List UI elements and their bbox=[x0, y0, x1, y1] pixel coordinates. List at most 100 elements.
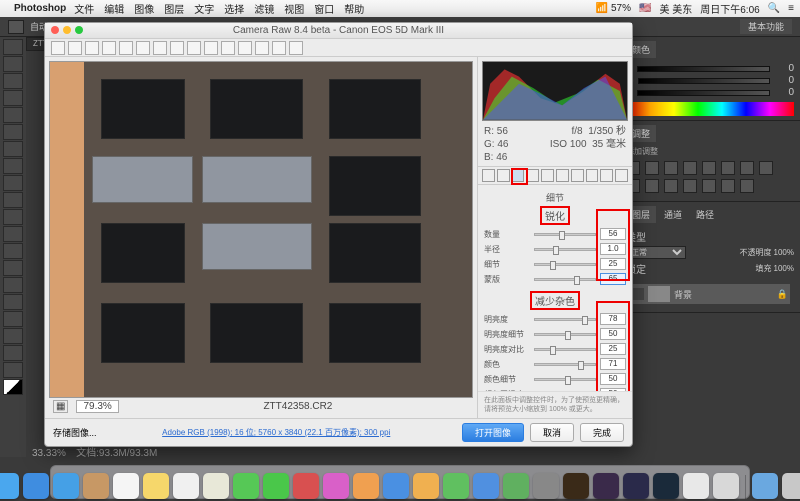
noise-slider-2[interactable] bbox=[534, 348, 596, 351]
image-preview[interactable] bbox=[49, 61, 473, 398]
cancel-button[interactable]: 取消 bbox=[530, 423, 574, 442]
menu-layer[interactable]: 图层 bbox=[164, 1, 184, 16]
dock-trash[interactable] bbox=[782, 473, 800, 499]
cr-tool-color-sampler[interactable] bbox=[102, 41, 116, 55]
cr-tool-rotate-right[interactable] bbox=[289, 41, 303, 55]
menu-file[interactable]: 文件 bbox=[74, 1, 94, 16]
tool-wand[interactable] bbox=[3, 90, 23, 106]
adj-selective-color-icon[interactable] bbox=[740, 179, 754, 193]
layer-thumbnail[interactable] bbox=[648, 286, 670, 302]
blend-mode-select[interactable]: 正常 bbox=[626, 246, 686, 259]
tab-snapshots[interactable] bbox=[615, 169, 628, 182]
tool-shape[interactable] bbox=[3, 328, 23, 344]
tab-tone-curve[interactable] bbox=[497, 169, 510, 182]
cr-tool-targeted[interactable] bbox=[119, 41, 133, 55]
adj-photo-filter-icon[interactable] bbox=[759, 161, 773, 175]
dock-calendar[interactable] bbox=[113, 473, 139, 499]
r-slider[interactable] bbox=[637, 66, 770, 72]
dock-preview[interactable] bbox=[713, 473, 739, 499]
tool-zoom[interactable] bbox=[3, 362, 23, 378]
cr-tool-rotate-left[interactable] bbox=[272, 41, 286, 55]
noise-slider-3[interactable] bbox=[534, 363, 596, 366]
cr-tool-prefs[interactable] bbox=[255, 41, 269, 55]
workflow-options-link[interactable]: Adobe RGB (1998); 16 位; 5760 x 3840 (22.… bbox=[97, 427, 456, 438]
menu-select[interactable]: 选择 bbox=[224, 1, 244, 16]
close-button[interactable] bbox=[51, 26, 59, 34]
cr-tool-adjust-brush[interactable] bbox=[204, 41, 218, 55]
fill-value[interactable]: 100% bbox=[774, 264, 794, 273]
layer-row[interactable]: 背景 🔒 bbox=[630, 284, 790, 304]
noise-value-1[interactable]: 50 bbox=[600, 328, 626, 340]
tool-lasso[interactable] bbox=[3, 73, 23, 89]
dock-pages[interactable] bbox=[413, 473, 439, 499]
adj-vibrance-icon[interactable] bbox=[702, 161, 716, 175]
tool-history-brush[interactable] bbox=[3, 192, 23, 208]
adj-gradient-map-icon[interactable] bbox=[721, 179, 735, 193]
sharpen-slider-1[interactable] bbox=[534, 248, 596, 251]
noise-value-0[interactable]: 78 bbox=[600, 313, 626, 325]
menu-filter[interactable]: 滤镜 bbox=[254, 1, 274, 16]
cr-tool-crop[interactable] bbox=[136, 41, 150, 55]
cr-tool-whitebalance[interactable] bbox=[85, 41, 99, 55]
adj-bw-icon[interactable] bbox=[740, 161, 754, 175]
noise-value-4[interactable]: 50 bbox=[600, 373, 626, 385]
dock-finder[interactable] bbox=[0, 473, 19, 499]
cr-tool-graduated[interactable] bbox=[221, 41, 235, 55]
opacity-value[interactable]: 100% bbox=[774, 248, 794, 257]
sharpen-slider-3[interactable] bbox=[534, 278, 596, 281]
noise-slider-4[interactable] bbox=[534, 378, 596, 381]
menu-view[interactable]: 视图 bbox=[284, 1, 304, 16]
menu-window[interactable]: 窗口 bbox=[314, 1, 334, 16]
dock-contacts[interactable] bbox=[83, 473, 109, 499]
sharpen-slider-2[interactable] bbox=[534, 263, 596, 266]
dock-after-effects[interactable] bbox=[593, 473, 619, 499]
dock-safari[interactable] bbox=[23, 473, 49, 499]
g-slider[interactable] bbox=[638, 78, 770, 84]
r-value[interactable]: 0 bbox=[774, 63, 794, 74]
tool-stamp[interactable] bbox=[3, 175, 23, 191]
tab-detail[interactable] bbox=[512, 169, 525, 182]
dock-bridge[interactable] bbox=[563, 473, 589, 499]
noise-slider-1[interactable] bbox=[534, 333, 596, 336]
dock-maps[interactable] bbox=[203, 473, 229, 499]
clock[interactable]: 周日下午6:06 bbox=[700, 1, 759, 16]
sharpen-value-2[interactable]: 25 bbox=[600, 258, 626, 270]
dock-photoshop[interactable] bbox=[653, 473, 679, 499]
adj-threshold-icon[interactable] bbox=[702, 179, 716, 193]
tool-eraser[interactable] bbox=[3, 209, 23, 225]
dock-reminders[interactable] bbox=[173, 473, 199, 499]
tool-dodge[interactable] bbox=[3, 260, 23, 276]
tab-lens[interactable] bbox=[556, 169, 569, 182]
tool-heal[interactable] bbox=[3, 141, 23, 157]
open-image-button[interactable]: 打开图像 bbox=[462, 423, 524, 442]
channels-tab[interactable]: 通道 bbox=[658, 206, 688, 223]
noise-slider-0[interactable] bbox=[534, 318, 596, 321]
tab-camera-cal[interactable] bbox=[586, 169, 599, 182]
tool-path[interactable] bbox=[3, 311, 23, 327]
tab-hsl[interactable] bbox=[526, 169, 539, 182]
noise-value-2[interactable]: 25 bbox=[600, 343, 626, 355]
tool-crop[interactable] bbox=[3, 107, 23, 123]
dialog-titlebar[interactable]: Camera Raw 8.4 beta - Canon EOS 5D Mark … bbox=[45, 23, 632, 39]
adj-posterize-icon[interactable] bbox=[683, 179, 697, 193]
notification-icon[interactable]: ≡ bbox=[788, 3, 794, 14]
dock-facetime[interactable] bbox=[263, 473, 289, 499]
layer-visibility-icon[interactable] bbox=[632, 288, 644, 300]
dock-appstore[interactable] bbox=[383, 473, 409, 499]
sharpen-value-0[interactable]: 56 bbox=[600, 228, 626, 240]
noise-value-5[interactable]: 50 bbox=[600, 388, 626, 391]
histogram[interactable] bbox=[482, 61, 628, 121]
paths-tab[interactable]: 路径 bbox=[690, 206, 720, 223]
menu-image[interactable]: 图像 bbox=[134, 1, 154, 16]
sharpen-value-1[interactable]: 1.0 bbox=[600, 243, 626, 255]
dock-settings[interactable] bbox=[533, 473, 559, 499]
adj-invert-icon[interactable] bbox=[664, 179, 678, 193]
g-value[interactable]: 0 bbox=[774, 75, 794, 86]
adj-exposure-icon[interactable] bbox=[683, 161, 697, 175]
preview-zoom-select[interactable]: 79.3% bbox=[76, 400, 118, 413]
zoom-button[interactable] bbox=[75, 26, 83, 34]
cr-tool-spot[interactable] bbox=[170, 41, 184, 55]
dock-messages[interactable] bbox=[233, 473, 259, 499]
save-image-button[interactable]: 存储图像... bbox=[53, 426, 97, 439]
dock-textedit[interactable] bbox=[683, 473, 709, 499]
